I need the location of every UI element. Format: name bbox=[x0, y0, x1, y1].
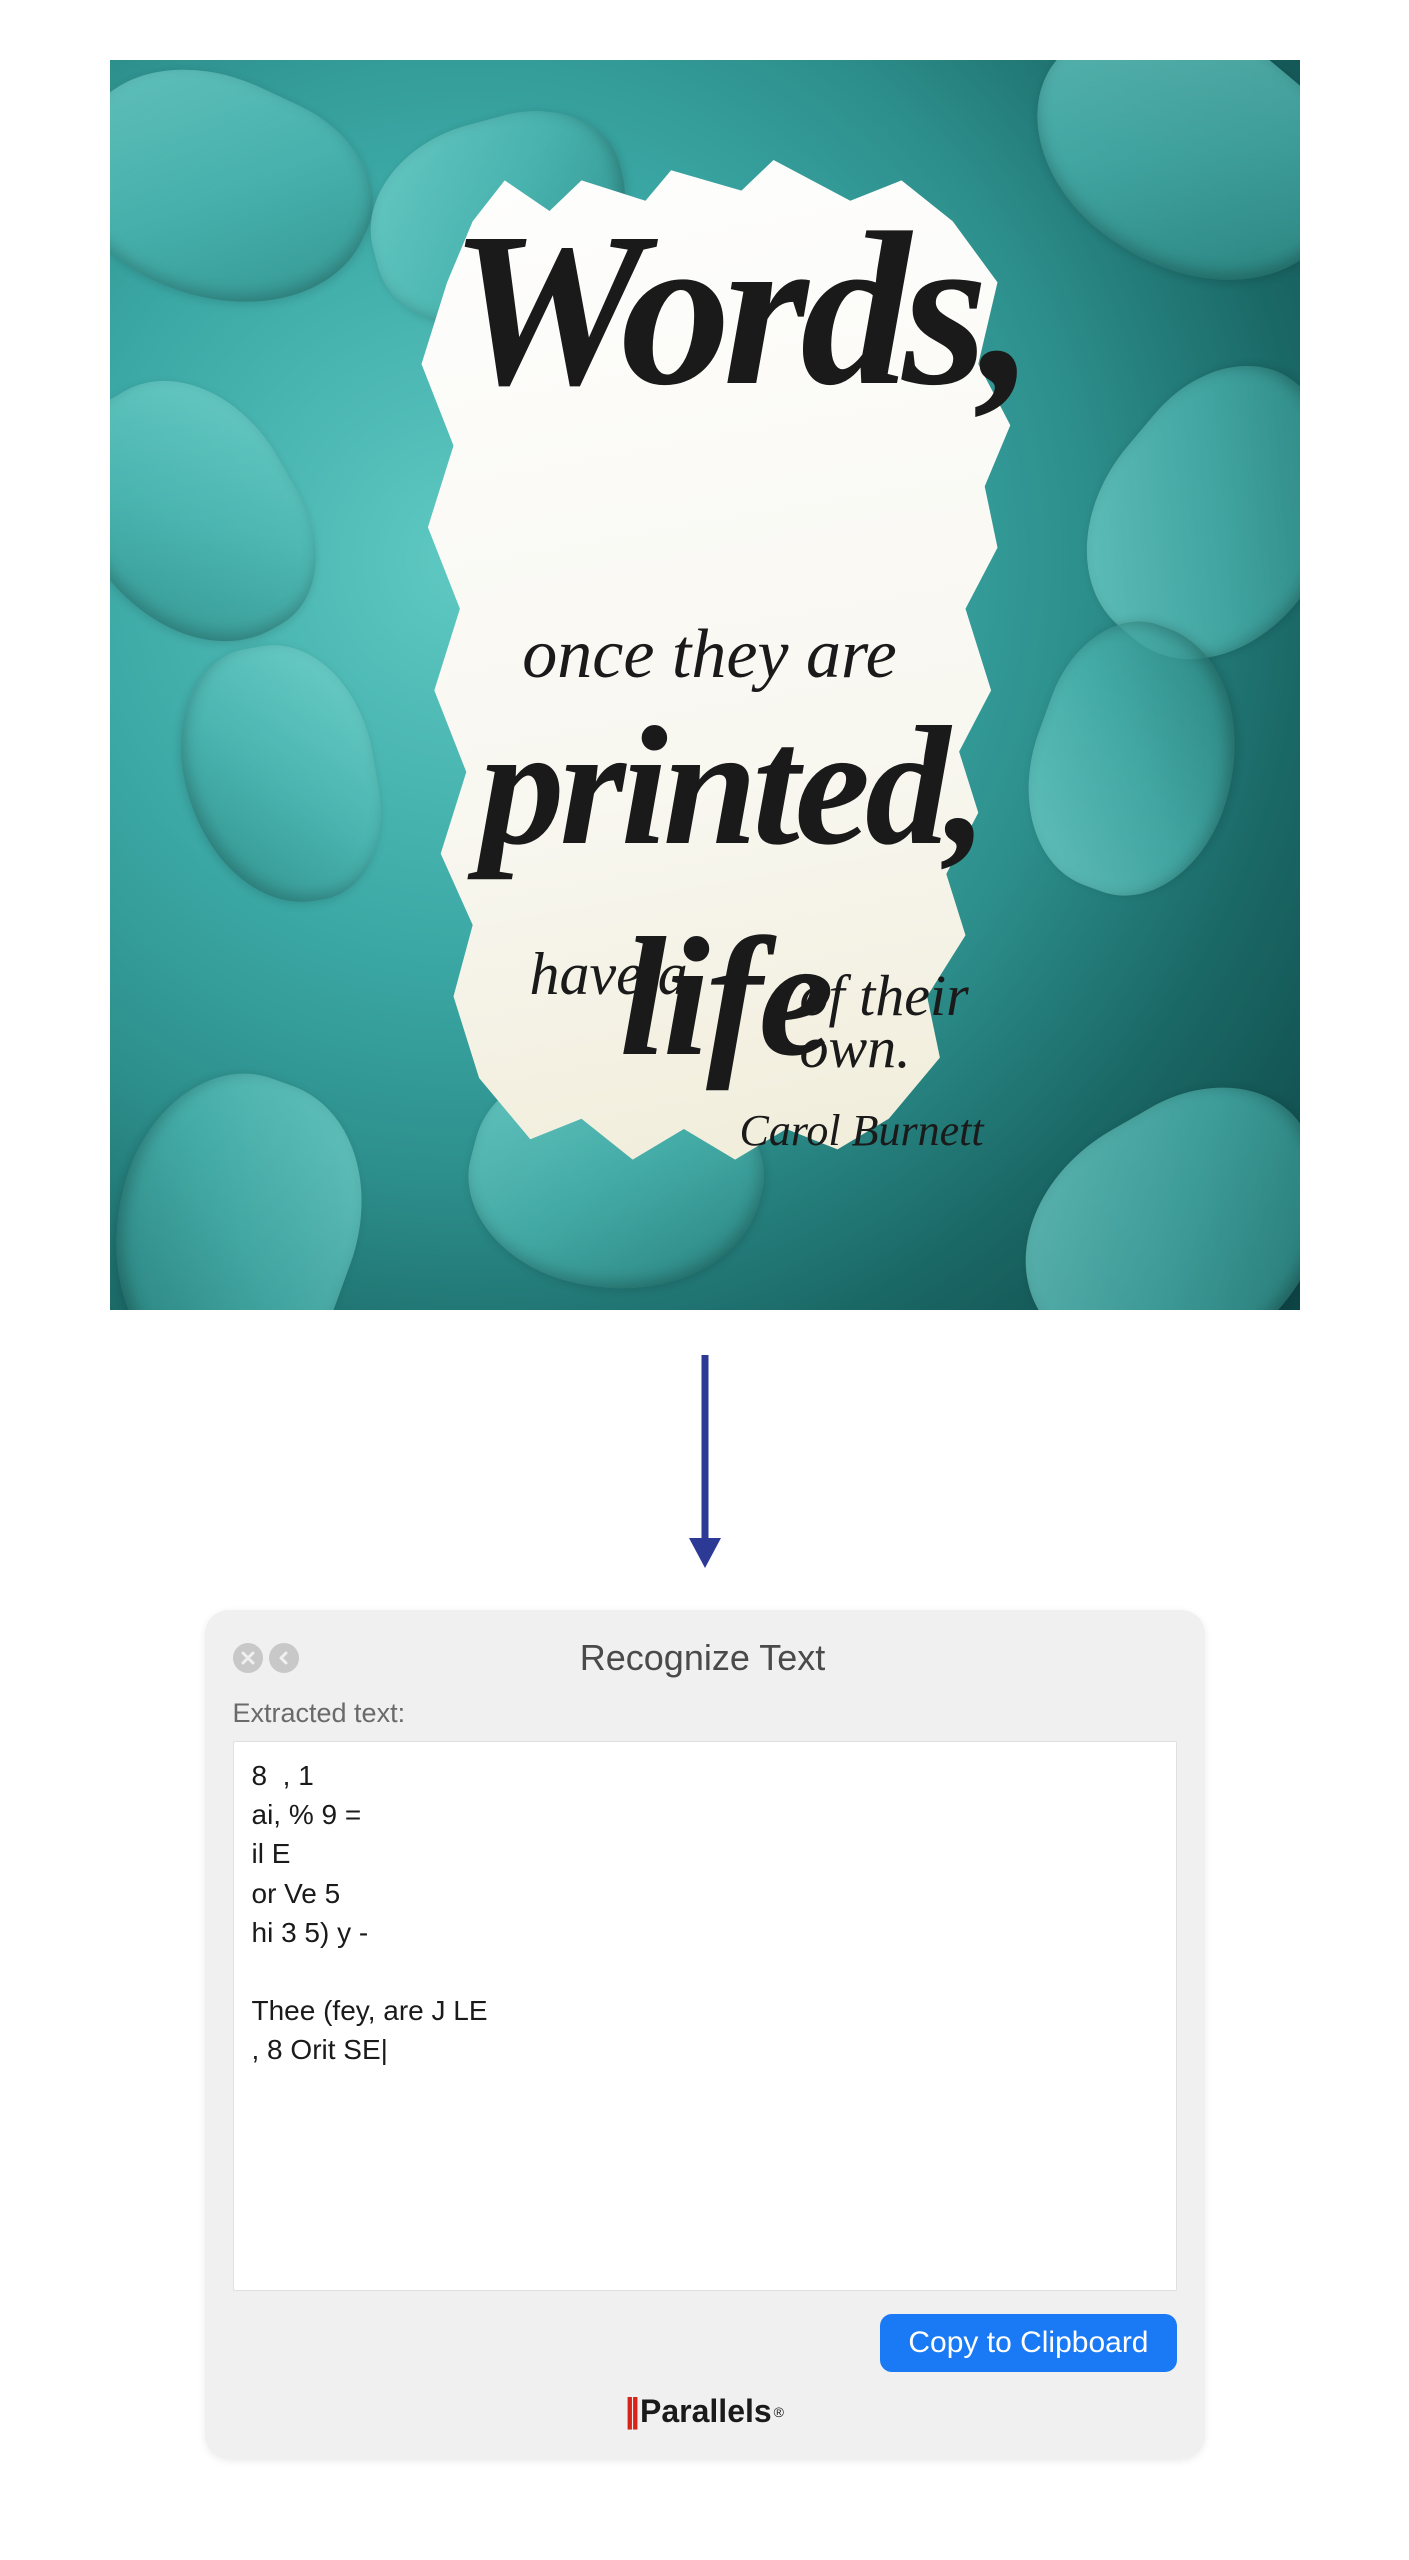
registered-trademark-icon: ® bbox=[774, 2404, 784, 2420]
flower-petal bbox=[110, 1043, 401, 1310]
quote-attribution: Carol Burnett bbox=[740, 1105, 984, 1156]
sticker-text-group: Words, once they are printed, have a lif… bbox=[390, 160, 1030, 1180]
flower-petal bbox=[163, 630, 395, 919]
flower-petal bbox=[990, 60, 1300, 345]
quote-words-of-their-own: of their own. bbox=[800, 970, 969, 1074]
copy-to-clipboard-button[interactable]: Copy to Clipboard bbox=[880, 2314, 1176, 2372]
recognize-text-dialog: Recognize Text Extracted text: Copy to C… bbox=[205, 1610, 1205, 2459]
source-photo: Words, once they are printed, have a lif… bbox=[110, 60, 1300, 1310]
quote-word-printed: printed, bbox=[480, 710, 960, 863]
parallels-brand: || Parallels® bbox=[233, 2392, 1177, 2431]
dialog-header: Recognize Text bbox=[233, 1634, 1177, 1682]
quote-word-life: life bbox=[620, 900, 831, 1095]
extracted-text-output[interactable] bbox=[233, 1741, 1177, 2291]
extracted-text-label: Extracted text: bbox=[233, 1698, 1177, 1729]
flower-petal bbox=[110, 341, 351, 688]
flower-petal bbox=[110, 60, 402, 353]
arrow-down-icon bbox=[675, 1350, 735, 1570]
parallels-brand-name: Parallels bbox=[640, 2393, 772, 2430]
quote-line-once-they-are: once they are bbox=[500, 620, 920, 690]
parallels-logo-icon: || bbox=[625, 2392, 636, 2431]
quote-sticker: Words, once they are printed, have a lif… bbox=[390, 160, 1030, 1180]
dialog-title: Recognize Text bbox=[229, 1637, 1177, 1679]
quote-word-words: Words, bbox=[450, 210, 970, 408]
